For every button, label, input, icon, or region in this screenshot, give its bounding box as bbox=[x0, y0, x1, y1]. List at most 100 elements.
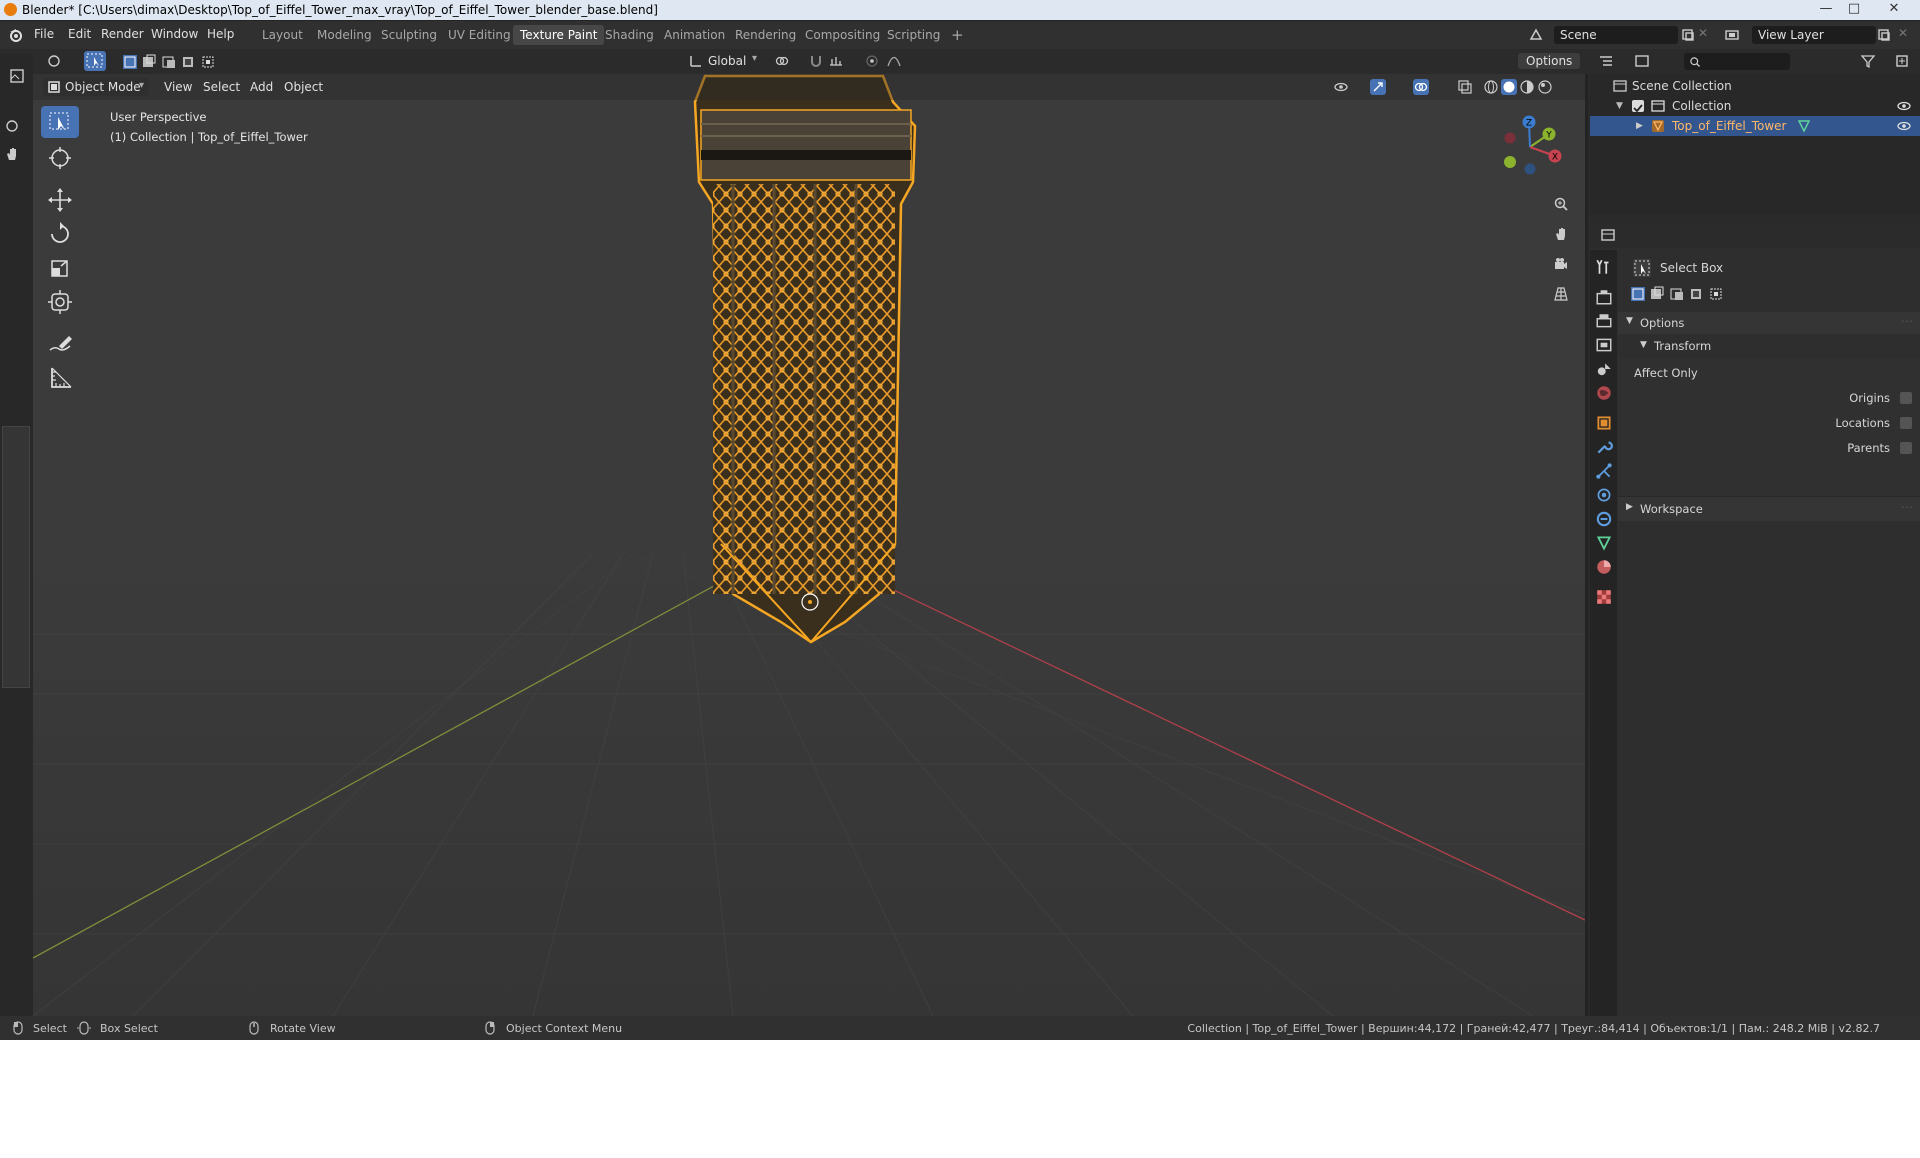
collection-include-checkbox[interactable] bbox=[1632, 100, 1644, 113]
minimize-icon[interactable]: — bbox=[1812, 0, 1840, 18]
physics-tab-icon[interactable] bbox=[1595, 486, 1613, 504]
scale-tool[interactable] bbox=[41, 252, 79, 284]
xray-icon[interactable] bbox=[1457, 79, 1473, 95]
view-layer-icon[interactable] bbox=[1724, 27, 1740, 43]
hand-icon[interactable] bbox=[4, 146, 20, 162]
origins-checkbox[interactable] bbox=[1900, 392, 1912, 404]
proportional-edit-icon[interactable] bbox=[864, 53, 880, 69]
mesh-data-icon[interactable] bbox=[1796, 118, 1812, 134]
modifier-wrench-icon[interactable] bbox=[1595, 438, 1613, 456]
delete-view-layer-icon[interactable]: ✕ bbox=[1898, 26, 1908, 40]
outliner-search-input[interactable] bbox=[1684, 53, 1790, 70]
wireframe-shading-icon[interactable] bbox=[1483, 79, 1499, 95]
tab-uv-editing[interactable]: UV Editing bbox=[441, 25, 518, 45]
gizmo-toggle-icon[interactable] bbox=[1370, 79, 1386, 95]
scene-name-field[interactable]: Scene bbox=[1554, 26, 1678, 44]
object-tab-icon[interactable] bbox=[1595, 414, 1613, 432]
parents-checkbox[interactable] bbox=[1900, 442, 1912, 454]
scene-tab-icon[interactable] bbox=[1595, 360, 1613, 378]
menu-render[interactable]: Render bbox=[101, 27, 144, 41]
tab-shading[interactable]: Shading bbox=[598, 25, 661, 45]
properties-editor-icon[interactable] bbox=[1600, 227, 1616, 243]
drag-handle-icon[interactable]: ⋯ bbox=[1901, 314, 1914, 328]
selection-mode-icons[interactable] bbox=[122, 54, 218, 70]
delete-scene-icon[interactable]: ✕ bbox=[1698, 26, 1708, 40]
expand-arrow-icon[interactable]: ▼ bbox=[1616, 96, 1623, 116]
options-panel-header[interactable]: ▼ Options ⋯ bbox=[1618, 312, 1920, 334]
maximize-icon[interactable]: □ bbox=[1840, 0, 1868, 18]
tab-compositing[interactable]: Compositing bbox=[798, 25, 887, 45]
drag-handle-icon[interactable]: ⋯ bbox=[1901, 500, 1914, 514]
pan-hand-icon[interactable] bbox=[1553, 226, 1569, 242]
snap-icon[interactable] bbox=[808, 53, 824, 69]
display-mode-icon[interactable] bbox=[1634, 53, 1650, 69]
new-scene-icon[interactable] bbox=[1680, 27, 1696, 43]
world-tab-icon[interactable] bbox=[1595, 384, 1613, 402]
eye-icon[interactable] bbox=[1896, 118, 1912, 134]
snap-target-icon[interactable] bbox=[828, 53, 844, 69]
overlays-icon[interactable] bbox=[1413, 79, 1429, 95]
viewport-menu-view[interactable]: View bbox=[164, 80, 192, 94]
view-layer-tab-icon[interactable] bbox=[1595, 336, 1613, 354]
menu-help[interactable]: Help bbox=[207, 27, 234, 41]
scene-icon[interactable] bbox=[1528, 27, 1544, 43]
pivot-point-icon[interactable] bbox=[774, 53, 790, 69]
menu-window[interactable]: Window bbox=[151, 27, 198, 41]
add-workspace-icon[interactable]: + bbox=[944, 25, 971, 45]
zoom-icon[interactable] bbox=[1553, 196, 1569, 212]
transform-tool[interactable] bbox=[41, 286, 79, 318]
outliner-row-scene-collection[interactable]: Scene Collection bbox=[1590, 76, 1920, 96]
move-tool[interactable] bbox=[41, 184, 79, 216]
tab-scripting[interactable]: Scripting bbox=[880, 25, 947, 45]
close-icon[interactable]: ✕ bbox=[1880, 0, 1908, 18]
mode-dropdown[interactable]: Object Mode ▾ bbox=[43, 78, 149, 96]
tool-tab-icon[interactable] bbox=[1595, 258, 1613, 276]
blender-menu-icon[interactable] bbox=[8, 27, 24, 43]
tab-sculpting[interactable]: Sculpting bbox=[374, 25, 444, 45]
material-shading-icon[interactable] bbox=[1519, 79, 1535, 95]
viewport-menu-select[interactable]: Select bbox=[203, 80, 240, 94]
constraints-tab-icon[interactable] bbox=[1595, 510, 1613, 528]
tool-settings-icon[interactable] bbox=[46, 53, 62, 69]
solid-shading-icon[interactable] bbox=[1501, 79, 1517, 95]
camera-view-icon[interactable] bbox=[1553, 256, 1569, 272]
eye-icon[interactable] bbox=[1896, 98, 1912, 114]
new-view-layer-icon[interactable] bbox=[1876, 27, 1892, 43]
options-button[interactable]: Options bbox=[1518, 53, 1581, 69]
outliner-editor-icon[interactable] bbox=[1598, 53, 1614, 69]
3d-viewport[interactable]: User Perspective (1) Collection | Top_of… bbox=[33, 74, 1585, 1016]
outliner-row-object[interactable]: ▶ Top_of_Eiffel_Tower bbox=[1590, 116, 1920, 136]
tab-layout[interactable]: Layout bbox=[255, 25, 310, 45]
particles-tab-icon[interactable] bbox=[1595, 462, 1613, 480]
tab-animation[interactable]: Animation bbox=[657, 25, 732, 45]
viewport-menu-object[interactable]: Object bbox=[284, 80, 323, 94]
visibility-icon[interactable] bbox=[1333, 79, 1349, 95]
viewport-menu-add[interactable]: Add bbox=[250, 80, 273, 94]
texture-tab-icon[interactable] bbox=[1595, 588, 1613, 606]
navigation-gizmo[interactable]: Y Z X bbox=[1493, 110, 1567, 184]
active-tool-button[interactable] bbox=[84, 51, 106, 71]
rendered-shading-icon[interactable] bbox=[1537, 79, 1553, 95]
uv-tool-icon[interactable] bbox=[4, 118, 20, 134]
tab-rendering[interactable]: Rendering bbox=[728, 25, 803, 45]
object-data-tab-icon[interactable] bbox=[1595, 534, 1613, 552]
orientation-icon[interactable] bbox=[688, 53, 704, 69]
expand-arrow-icon[interactable]: ▶ bbox=[1636, 116, 1643, 136]
material-tab-icon[interactable] bbox=[1595, 558, 1613, 576]
locations-checkbox[interactable] bbox=[1900, 417, 1912, 429]
ortho-grid-icon[interactable] bbox=[1553, 286, 1569, 302]
workspace-panel-header[interactable]: ▶ Workspace ⋯ bbox=[1618, 496, 1920, 521]
annotate-tool[interactable] bbox=[41, 328, 79, 360]
view-layer-field[interactable]: View Layer bbox=[1752, 26, 1876, 44]
image-editor-icon[interactable] bbox=[9, 68, 25, 84]
menu-file[interactable]: File bbox=[34, 27, 54, 41]
transform-subpanel-header[interactable]: ▼ Transform bbox=[1628, 336, 1920, 356]
render-tab-icon[interactable] bbox=[1595, 288, 1613, 306]
filter-icon[interactable] bbox=[1860, 53, 1876, 69]
rotate-tool[interactable] bbox=[41, 218, 79, 250]
tab-modeling[interactable]: Modeling bbox=[310, 25, 379, 45]
falloff-icon[interactable] bbox=[886, 53, 902, 69]
uv-editor-region[interactable] bbox=[2, 426, 30, 688]
menu-edit[interactable]: Edit bbox=[68, 27, 91, 41]
orientation-dropdown[interactable]: Global bbox=[708, 54, 746, 68]
